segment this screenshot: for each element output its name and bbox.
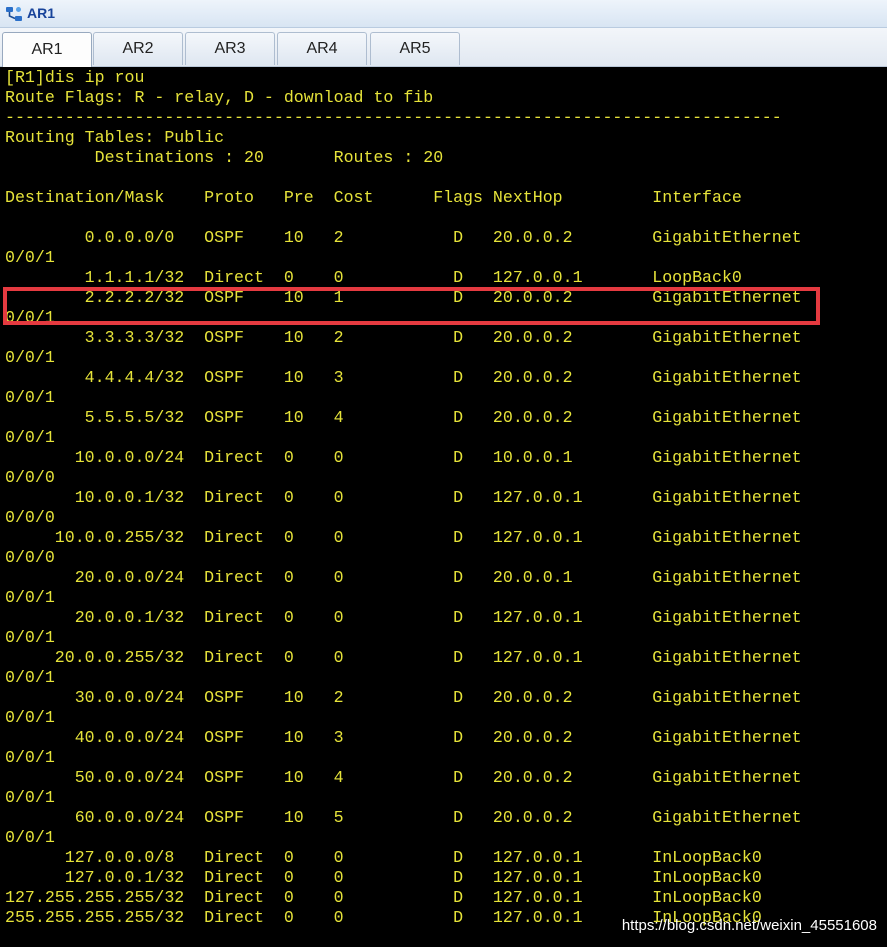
terminal-line: 0/0/0 [5, 468, 55, 487]
tab-ar1[interactable]: AR1 [2, 32, 92, 67]
terminal-line: 0/0/0 [5, 508, 55, 527]
terminal-line: 127.255.255.255/32 Direct 0 0 D 127.0.0.… [5, 888, 762, 907]
tab-label: AR3 [214, 40, 246, 57]
tab-bar: AR1 AR2 AR3 AR4 AR5 [0, 28, 887, 67]
terminal-line: 30.0.0.0/24 OSPF 10 2 D 20.0.0.2 Gigabit… [5, 688, 802, 707]
terminal-line: Route Flags: R - relay, D - download to … [5, 88, 434, 107]
terminal-line: 20.0.0.0/24 Direct 0 0 D 20.0.0.1 Gigabi… [5, 568, 802, 587]
terminal-line: 40.0.0.0/24 OSPF 10 3 D 20.0.0.2 Gigabit… [5, 728, 802, 747]
terminal-line: 0/0/1 [5, 748, 55, 767]
terminal-line: 0/0/1 [5, 668, 55, 687]
terminal-line: 5.5.5.5/32 OSPF 10 4 D 20.0.0.2 GigabitE… [5, 408, 802, 427]
tab-label: AR2 [122, 40, 154, 57]
terminal-line: 50.0.0.0/24 OSPF 10 4 D 20.0.0.2 Gigabit… [5, 768, 802, 787]
terminal-line: 0.0.0.0/0 OSPF 10 2 D 20.0.0.2 GigabitEt… [5, 228, 802, 247]
terminal-line: 0/0/1 [5, 628, 55, 647]
title-bar: AR1 [0, 0, 887, 28]
terminal-line: 0/0/0 [5, 548, 55, 567]
terminal-line: 0/0/1 [5, 248, 55, 267]
tab-label: AR1 [31, 41, 63, 58]
terminal-line: Destination/Mask Proto Pre Cost Flags Ne… [5, 188, 742, 207]
terminal-line: 4.4.4.4/32 OSPF 10 3 D 20.0.0.2 GigabitE… [5, 368, 802, 387]
terminal-line: [R1]dis ip rou [5, 68, 145, 87]
terminal-line: 127.0.0.1/32 Direct 0 0 D 127.0.0.1 InLo… [5, 868, 762, 887]
window-title: AR1 [27, 5, 56, 21]
terminal-line: 0/0/1 [5, 428, 55, 447]
terminal-line: Destinations : 20 Routes : 20 [5, 148, 444, 167]
tab-ar4[interactable]: AR4 [277, 32, 367, 65]
terminal-line: 3.3.3.3/32 OSPF 10 2 D 20.0.0.2 GigabitE… [5, 328, 802, 347]
terminal-line: Routing Tables: Public [5, 128, 225, 147]
terminal-line: 0/0/1 [5, 348, 55, 367]
terminal-line: 0/0/1 [5, 588, 55, 607]
terminal-line: ----------------------------------------… [5, 108, 782, 127]
router-network-icon [6, 7, 22, 21]
tab-label: AR5 [399, 40, 431, 57]
terminal-line: 10.0.0.0/24 Direct 0 0 D 10.0.0.1 Gigabi… [5, 448, 802, 467]
terminal-line: 10.0.0.1/32 Direct 0 0 D 127.0.0.1 Gigab… [5, 488, 802, 507]
tab-ar5[interactable]: AR5 [370, 32, 460, 65]
terminal-console[interactable]: 255.255.255.255/32 Direct 0 0 D 127.0.0.… [0, 67, 887, 947]
watermark: https://blog.csdn.net/weixin_45551608 [621, 917, 877, 934]
tab-label: AR4 [306, 40, 338, 57]
tab-ar2[interactable]: AR2 [93, 32, 183, 65]
terminal-line: 10.0.0.255/32 Direct 0 0 D 127.0.0.1 Gig… [5, 528, 802, 547]
terminal-line: 0/0/1 [5, 788, 55, 807]
terminal-line: 0/0/1 [5, 388, 55, 407]
terminal-line: 0/0/1 [5, 708, 55, 727]
terminal-line: 20.0.0.1/32 Direct 0 0 D 127.0.0.1 Gigab… [5, 608, 802, 627]
tab-ar3[interactable]: AR3 [185, 32, 275, 65]
default-route-highlight [3, 287, 820, 325]
terminal-line: 60.0.0.0/24 OSPF 10 5 D 20.0.0.2 Gigabit… [5, 808, 802, 827]
terminal-line: 0/0/1 [5, 828, 55, 847]
terminal-line: 127.0.0.0/8 Direct 0 0 D 127.0.0.1 InLoo… [5, 848, 762, 867]
terminal-line: 20.0.0.255/32 Direct 0 0 D 127.0.0.1 Gig… [5, 648, 802, 667]
terminal-line: 1.1.1.1/32 Direct 0 0 D 127.0.0.1 LoopBa… [5, 268, 742, 287]
